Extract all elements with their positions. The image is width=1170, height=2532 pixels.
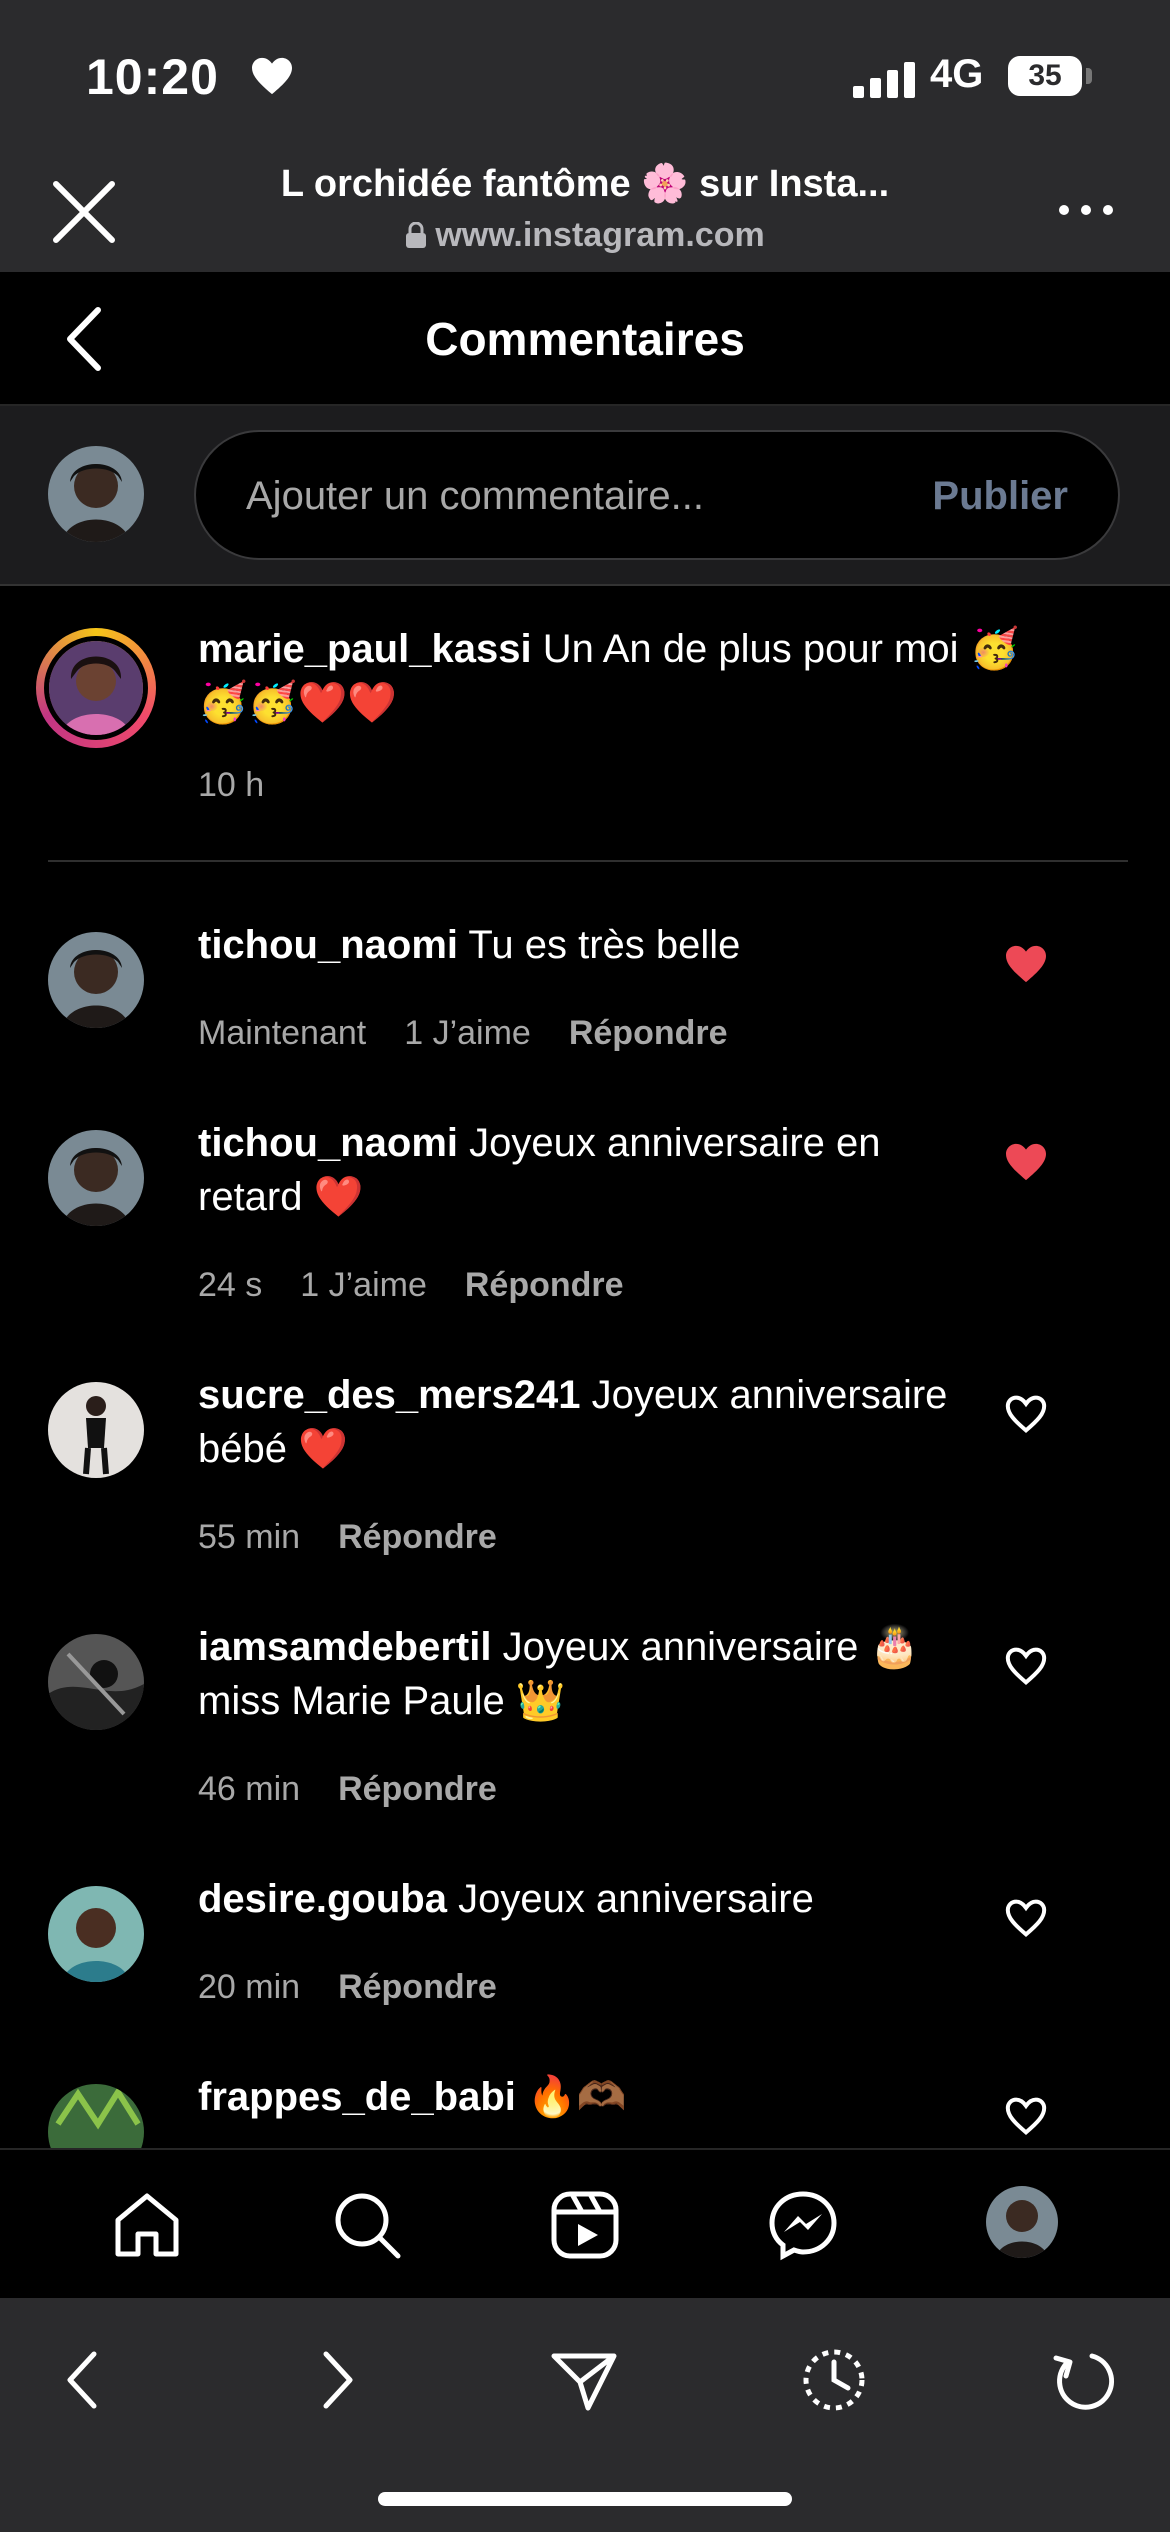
comment-username[interactable]: sucre_des_mers241 bbox=[198, 1373, 581, 1417]
comment-likes[interactable]: 1 J’aime bbox=[300, 1266, 427, 1305]
back-icon[interactable] bbox=[50, 2344, 122, 2416]
comment-meta: 24 s 1 J’aime Répondre bbox=[198, 1266, 624, 1305]
caption-meta: 10 h bbox=[198, 766, 264, 805]
reply-button[interactable]: Répondre bbox=[338, 1518, 497, 1557]
comment-meta: Maintenant 1 J’aime Répondre bbox=[198, 1014, 728, 1053]
comment-placeholder: Ajouter un commentaire... bbox=[246, 474, 704, 518]
url-text: www.instagram.com bbox=[435, 216, 765, 254]
comment-username[interactable]: tichou_naomi bbox=[198, 1121, 458, 1165]
messenger-icon[interactable] bbox=[766, 2188, 840, 2262]
close-icon[interactable] bbox=[50, 178, 118, 246]
heart-filled-icon[interactable] bbox=[1004, 944, 1048, 984]
comment-body: Tu es très belle bbox=[468, 923, 741, 967]
status-time: 10:20 bbox=[86, 49, 219, 105]
comment-meta: 20 min Répondre bbox=[198, 1968, 497, 2007]
reply-button[interactable]: Répondre bbox=[569, 1014, 728, 1053]
comment-text: iamsamdebertil Joyeux anniversaire 🎂 mis… bbox=[198, 1620, 978, 1728]
heart-outline-icon[interactable] bbox=[1004, 1646, 1048, 1686]
page-url: www.instagram.com bbox=[160, 216, 1010, 255]
heart-outline-icon[interactable] bbox=[1004, 1898, 1048, 1938]
add-comment-bar: Ajouter un commentaire... Publier bbox=[0, 406, 1170, 586]
share-icon[interactable] bbox=[548, 2344, 620, 2416]
heart-outline-icon[interactable] bbox=[1004, 2096, 1048, 2136]
comment-meta: 46 min Répondre bbox=[198, 1770, 497, 1809]
avatar[interactable] bbox=[44, 636, 148, 740]
status-bar: 10:20 4G 35 bbox=[0, 0, 1170, 150]
reply-button[interactable]: Répondre bbox=[338, 1770, 497, 1809]
home-indicator[interactable] bbox=[378, 2492, 792, 2506]
avatar[interactable] bbox=[48, 1886, 144, 1982]
comment-time: 55 min bbox=[198, 1518, 301, 1556]
comment-time: 24 s bbox=[198, 1266, 263, 1304]
avatar[interactable] bbox=[48, 1634, 144, 1730]
reels-icon[interactable] bbox=[548, 2188, 622, 2262]
comment-body: 🔥🫶🏾 bbox=[527, 2075, 627, 2119]
browser-header: L orchidée fantôme 🌸 sur Insta... www.in… bbox=[0, 150, 1170, 272]
comment-text: desire.gouba Joyeux anniversaire bbox=[198, 1872, 978, 1926]
avatar bbox=[48, 446, 144, 542]
comment-username[interactable]: desire.gouba bbox=[198, 1877, 447, 1921]
more-options-icon[interactable] bbox=[1056, 198, 1116, 222]
battery-nub bbox=[1086, 68, 1092, 84]
comment-text: frappes_de_babi 🔥🫶🏾 bbox=[198, 2070, 978, 2124]
avatar[interactable] bbox=[48, 1382, 144, 1478]
page-title: L orchidée fantôme 🌸 sur Insta... bbox=[280, 163, 890, 205]
reply-button[interactable]: Répondre bbox=[465, 1266, 624, 1305]
heart-filled-icon[interactable] bbox=[1004, 1142, 1048, 1182]
comment-username[interactable]: iamsamdebertil bbox=[198, 1625, 491, 1669]
browser-toolbar bbox=[0, 2298, 1170, 2532]
comments-header: Commentaires bbox=[0, 272, 1170, 406]
reload-icon[interactable] bbox=[1048, 2344, 1120, 2416]
bottom-nav bbox=[0, 2148, 1170, 2298]
reply-button[interactable]: Répondre bbox=[338, 1968, 497, 2007]
comment-time: Maintenant bbox=[198, 1014, 367, 1052]
avatar[interactable] bbox=[48, 2084, 144, 2148]
publish-button[interactable]: Publier bbox=[932, 474, 1068, 519]
home-icon[interactable] bbox=[110, 2188, 184, 2262]
comment-text: tichou_naomi Tu es très belle bbox=[198, 918, 978, 972]
comment-username[interactable]: marie_paul_kassi bbox=[198, 627, 532, 671]
comment-body: Joyeux anniversaire bbox=[458, 1877, 814, 1921]
history-icon[interactable] bbox=[798, 2344, 870, 2416]
cellular-signal-icon bbox=[853, 62, 915, 98]
comment-input[interactable]: Ajouter un commentaire... Publier bbox=[194, 430, 1120, 560]
caption-text: marie_paul_kassi Un An de plus pour moi … bbox=[198, 622, 1058, 730]
comment-text: tichou_naomi Joyeux anniversaire en reta… bbox=[198, 1116, 978, 1224]
comment-username[interactable]: tichou_naomi bbox=[198, 923, 458, 967]
comment-likes[interactable]: 1 J’aime bbox=[404, 1014, 531, 1053]
profile-avatar[interactable] bbox=[986, 2186, 1058, 2258]
heart-icon bbox=[252, 57, 292, 95]
search-icon[interactable] bbox=[330, 2188, 404, 2262]
divider bbox=[48, 860, 1128, 862]
comment-username[interactable]: frappes_de_babi bbox=[198, 2075, 516, 2119]
comment-text: sucre_des_mers241 Joyeux anniversaire bé… bbox=[198, 1368, 978, 1476]
battery-icon: 35 bbox=[1008, 56, 1082, 96]
comment-time: 10 h bbox=[198, 766, 265, 804]
avatar[interactable] bbox=[48, 1130, 144, 1226]
lock-icon bbox=[406, 222, 427, 248]
header-title: Commentaires bbox=[425, 313, 745, 365]
comment-list[interactable]: marie_paul_kassi Un An de plus pour moi … bbox=[0, 588, 1170, 2148]
network-type: 4G bbox=[930, 52, 984, 96]
heart-outline-icon[interactable] bbox=[1004, 1394, 1048, 1434]
comment-time: 20 min bbox=[198, 1968, 301, 2006]
avatar[interactable] bbox=[48, 932, 144, 1028]
comment-time: 46 min bbox=[198, 1770, 301, 1808]
comment-meta: 55 min Répondre bbox=[198, 1518, 497, 1557]
forward-icon[interactable] bbox=[300, 2344, 372, 2416]
